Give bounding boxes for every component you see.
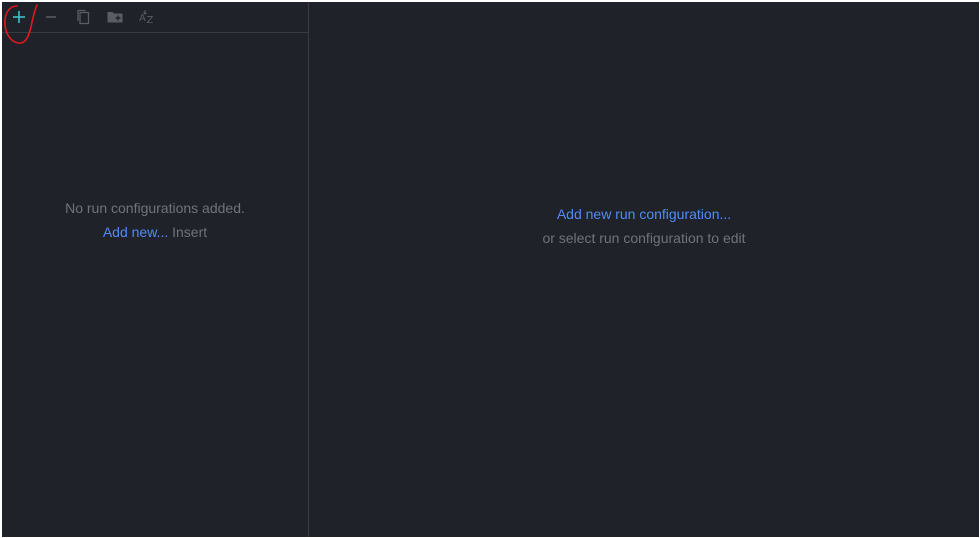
configurations-toolbar: A Z	[2, 2, 308, 33]
add-new-run-configuration-link[interactable]: Add new run configuration...	[309, 202, 979, 226]
add-new-link[interactable]: Add new...	[103, 224, 168, 240]
add-new-row: Add new... Insert	[2, 220, 308, 244]
copy-icon	[77, 9, 90, 25]
insert-shortcut-hint: Insert	[172, 224, 208, 240]
sort-alphabetically-icon: A Z	[139, 10, 154, 26]
svg-text:Z: Z	[147, 15, 154, 26]
add-icon	[13, 11, 25, 23]
copy-configuration-button[interactable]	[70, 4, 96, 30]
new-folder-icon	[107, 12, 123, 23]
new-folder-button[interactable]	[102, 4, 128, 30]
sort-alphabetically-button[interactable]: A Z	[134, 4, 160, 30]
no-configurations-text: No run configurations added.	[65, 200, 245, 216]
add-configuration-button[interactable]	[6, 4, 32, 30]
run-configurations-dialog: A Z No run configurations added. Add new…	[2, 2, 979, 537]
configurations-list-panel: A Z No run configurations added. Add new…	[2, 2, 309, 537]
remove-configuration-button[interactable]	[38, 4, 64, 30]
configuration-editor-panel: Add new run configuration... or select r…	[309, 2, 979, 537]
remove-icon	[46, 16, 56, 18]
empty-list-message: No run configurations added. Add new... …	[2, 196, 308, 244]
select-configuration-hint: or select run configuration to edit	[542, 230, 746, 246]
empty-editor-message: Add new run configuration... or select r…	[309, 202, 979, 250]
